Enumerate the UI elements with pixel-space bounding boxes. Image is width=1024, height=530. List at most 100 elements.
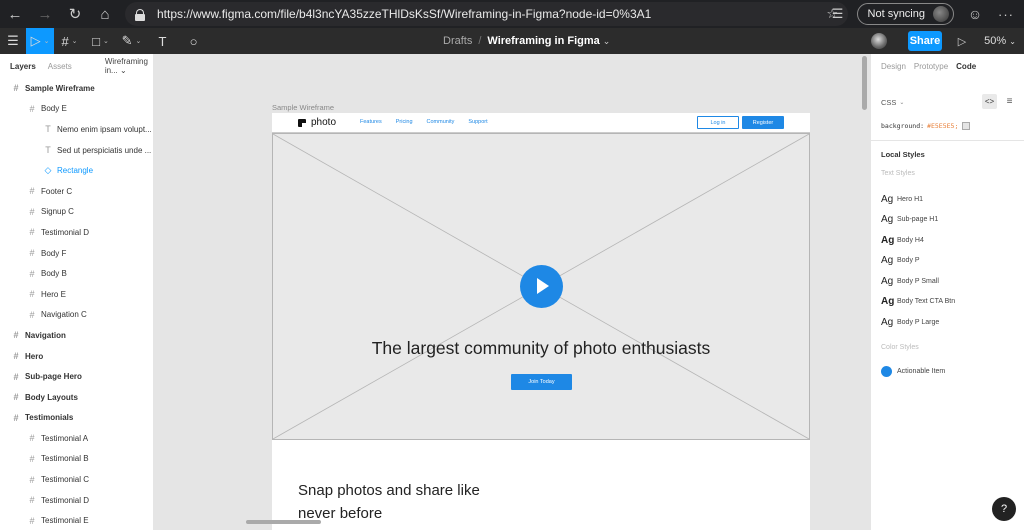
favorites-icon[interactable]: ☰ [827, 6, 849, 22]
login-button[interactable]: Log in [697, 116, 739, 129]
text-style-label: Hero H1 [897, 195, 924, 203]
layer-item[interactable]: # Footer C [0, 181, 153, 202]
nav-link-pricing[interactable]: Pricing [396, 119, 413, 125]
layer-item[interactable]: # Navigation C [0, 305, 153, 326]
tab-layers[interactable]: Layers [10, 62, 36, 71]
text-style-item[interactable]: Ag Body P Large [881, 315, 939, 329]
text-style-icon: Ag [881, 193, 894, 205]
hero-image-placeholder[interactable]: The largest community of photo enthusias… [272, 133, 810, 440]
chevron-down-icon[interactable]: ⌄ [603, 36, 611, 47]
play-video-icon[interactable] [520, 265, 563, 308]
code-view-icon[interactable]: <> [982, 94, 997, 109]
layer-label: Sample Wireframe [25, 83, 95, 93]
color-style-item[interactable]: Actionable Item [881, 366, 945, 377]
layer-item[interactable]: # Testimonial E [0, 510, 153, 530]
layer-label: Body B [41, 269, 67, 279]
breadcrumb-drafts[interactable]: Drafts [443, 35, 472, 47]
layer-item[interactable]: T Sed ut perspiciatis unde ... [0, 140, 153, 161]
color-swatch [962, 122, 971, 130]
layer-item[interactable]: # Body Layouts [0, 387, 153, 408]
layer-item[interactable]: # Hero [0, 346, 153, 367]
tab-code[interactable]: Code [956, 62, 976, 71]
frame-layer-icon: # [13, 371, 19, 382]
wireframe-frame[interactable]: photo Features Pricing Community Support… [272, 113, 810, 530]
user-avatar[interactable] [871, 33, 887, 49]
share-button[interactable]: Share [908, 31, 942, 51]
page-selector[interactable]: Wireframing in... ⌄ [105, 57, 153, 75]
wireframe-navigation[interactable]: photo Features Pricing Community Support… [272, 113, 810, 133]
zoom-dropdown[interactable]: 50% ⌄ [976, 35, 1024, 47]
layer-item[interactable]: # Sub-page Hero [0, 366, 153, 387]
text-style-item[interactable]: Ag Body P Small [881, 274, 939, 288]
inspect-panel: Design Prototype Code CSS ⌄ <> ≡ backgrou… [870, 54, 1024, 530]
sync-button[interactable]: Not syncing [856, 3, 954, 25]
main-menu-icon[interactable]: ☰ [0, 28, 26, 54]
layer-label: Testimonial D [41, 495, 90, 505]
list-view-icon[interactable]: ≡ [1002, 94, 1017, 109]
language-select[interactable]: CSS [881, 98, 896, 107]
nav-link-support[interactable]: Support [468, 119, 487, 125]
canvas[interactable]: Sample Wireframe photo Features Pricing … [155, 54, 870, 530]
text-style-item[interactable]: Ag Body H4 [881, 233, 924, 247]
frame-layer-icon: # [13, 83, 19, 94]
shape-tool-icon[interactable]: □ ⌄ [85, 28, 116, 54]
tab-prototype[interactable]: Prototype [914, 62, 948, 71]
frame-tool-icon[interactable]: # ⌄ [54, 28, 85, 54]
local-styles-title: Local Styles [881, 150, 925, 159]
layer-item[interactable]: # Testimonials [0, 408, 153, 429]
breadcrumb-separator: / [478, 35, 482, 47]
layer-item[interactable]: # Testimonial D [0, 222, 153, 243]
horizontal-scrollbar[interactable] [246, 520, 321, 524]
nav-link-features[interactable]: Features [360, 119, 382, 125]
text-tool-icon[interactable]: T [147, 28, 178, 54]
frame-layer-icon: # [13, 412, 19, 423]
layer-item[interactable]: # Body E [0, 99, 153, 120]
more-icon[interactable]: ··· [988, 7, 1024, 22]
feedback-icon[interactable]: ☺ [962, 6, 988, 22]
back-arrow-icon[interactable]: ← [0, 0, 30, 28]
text-style-item[interactable]: Ag Sub-page H1 [881, 212, 938, 226]
vertical-scrollbar[interactable] [862, 56, 867, 110]
frame-layer-icon: # [29, 453, 35, 464]
layer-item[interactable]: # Body B [0, 263, 153, 284]
address-bar[interactable]: https://www.figma.com/file/b4l3ncYA35zze… [125, 2, 848, 26]
layer-item[interactable]: # Body F [0, 243, 153, 264]
page-name: Wireframing in... [104, 57, 148, 75]
frame-layer-icon: # [29, 309, 35, 320]
register-button[interactable]: Register [742, 116, 784, 129]
frame-label[interactable]: Sample Wireframe [272, 103, 334, 112]
move-tool-icon[interactable]: ▷ ⌄ [26, 28, 54, 54]
text-style-item[interactable]: Ag Body Text CTA Btn [881, 294, 955, 308]
code-snippet[interactable]: background: #E5E5E5; [881, 122, 971, 130]
layer-item[interactable]: # Hero E [0, 284, 153, 305]
layer-label: Testimonial A [41, 433, 89, 443]
layer-item[interactable]: ◇ Rectangle [0, 160, 153, 181]
layer-label: Body F [41, 248, 67, 258]
text-style-icon: Ag [881, 213, 894, 225]
present-icon[interactable]: ▷ [948, 35, 976, 48]
layer-item[interactable]: T Nemo enim ipsam volupt... [0, 119, 153, 140]
chevron-down-icon[interactable]: ⌄ [899, 99, 904, 106]
layer-item[interactable]: # Testimonial D [0, 490, 153, 511]
layer-item[interactable]: # Navigation [0, 325, 153, 346]
comment-tool-icon[interactable]: ○ [178, 28, 209, 54]
text-style-item[interactable]: Ag Body P [881, 253, 920, 267]
refresh-icon[interactable]: ↻ [60, 0, 90, 28]
text-style-item[interactable]: Ag Hero H1 [881, 192, 923, 206]
frame-layer-icon: # [29, 186, 35, 197]
nav-link-community[interactable]: Community [427, 119, 455, 125]
tab-design[interactable]: Design [881, 62, 906, 71]
layer-item[interactable]: # Testimonial B [0, 449, 153, 470]
help-button[interactable]: ? [992, 497, 1016, 521]
layer-item[interactable]: # Sample Wireframe [0, 78, 153, 99]
layer-item[interactable]: # Testimonial A [0, 428, 153, 449]
frame-layer-icon: # [29, 495, 35, 506]
layer-item[interactable]: # Signup C [0, 202, 153, 223]
forward-arrow-icon[interactable]: → [30, 0, 60, 28]
file-name[interactable]: Wireframing in Figma [487, 35, 599, 47]
layer-item[interactable]: # Testimonial C [0, 469, 153, 490]
join-today-button[interactable]: Join Today [511, 374, 572, 390]
home-icon[interactable]: ⌂ [90, 0, 120, 28]
tab-assets[interactable]: Assets [48, 62, 72, 71]
pen-tool-icon[interactable]: ✎ ⌄ [116, 28, 147, 54]
